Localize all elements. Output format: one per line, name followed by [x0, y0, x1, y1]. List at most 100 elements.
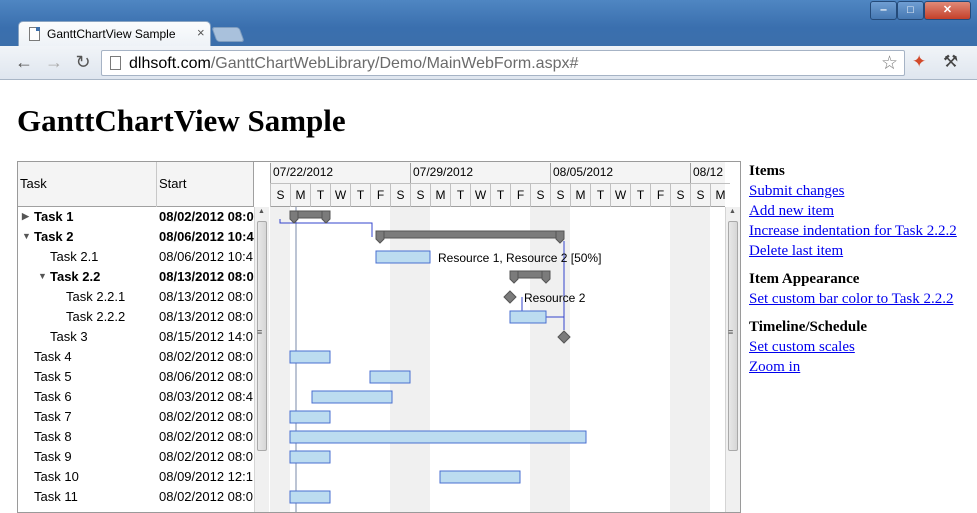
column-header-task[interactable]: Task	[20, 176, 47, 191]
start-date-cell[interactable]: 08/02/2012 08:0	[159, 209, 254, 224]
task-name-cell[interactable]: Task 11	[34, 489, 78, 504]
extension-icon[interactable]: ✦	[912, 52, 926, 72]
table-row[interactable]: Task 2.1 08/06/2012 10:4	[18, 247, 254, 267]
bookmark-star-icon[interactable]: ☆	[881, 52, 898, 75]
reload-icon[interactable]: ↻	[73, 52, 93, 72]
task-bar	[509, 310, 547, 324]
start-date-cell[interactable]: 08/02/2012 08:0	[159, 489, 253, 504]
start-date-cell[interactable]: 08/13/2012 08:0	[159, 269, 254, 284]
browser-tab[interactable]: GanttChartView Sample ×	[18, 21, 211, 46]
day-label: M	[430, 183, 450, 207]
task-bar	[439, 470, 521, 484]
table-row[interactable]: Task 6 08/03/2012 08:4	[18, 387, 254, 407]
timeline-chart[interactable]: Resource 1, Resource 2 [50%] Resource 2	[270, 207, 725, 512]
table-row[interactable]: ▼ Task 2.2 08/13/2012 08:0	[18, 267, 254, 287]
table-row[interactable]: Task 8 08/02/2012 08:0	[18, 427, 254, 447]
delete-last-item-link[interactable]: Delete last item	[749, 243, 843, 260]
task-bar	[375, 250, 431, 264]
maximize-button[interactable]: □	[897, 1, 924, 20]
day-label: T	[590, 183, 610, 207]
day-label: T	[630, 183, 650, 207]
week-label: 07/22/2012	[270, 163, 410, 183]
week-label: 08/12	[690, 163, 740, 183]
task-name-cell[interactable]: Task 1	[34, 209, 74, 224]
task-name-cell[interactable]: Task 2.2	[50, 269, 100, 284]
table-row[interactable]: Task 4 08/02/2012 08:0	[18, 347, 254, 367]
start-date-cell[interactable]: 08/09/2012 12:1	[159, 469, 253, 484]
start-date-cell[interactable]: 08/13/2012 08:0	[159, 309, 253, 324]
tab-close-icon[interactable]: ×	[197, 25, 205, 40]
submit-changes-link[interactable]: Submit changes	[749, 183, 844, 200]
close-window-button[interactable]: ✕	[924, 1, 971, 20]
expand-triangle-icon[interactable]: ▶	[22, 211, 29, 222]
start-date-cell[interactable]: 08/02/2012 08:0	[159, 429, 253, 444]
task-name-cell[interactable]: Task 2.2.2	[66, 309, 125, 324]
task-name-cell[interactable]: Task 5	[34, 369, 72, 384]
column-separator[interactable]	[156, 162, 157, 207]
address-bar[interactable]: dlhsoft.com/GanttChartWebLibrary/Demo/Ma…	[101, 50, 905, 76]
url-host: dlhsoft.com	[129, 55, 211, 72]
tab-title: GanttChartView Sample	[47, 27, 176, 41]
table-row[interactable]: Task 5 08/06/2012 08:0	[18, 367, 254, 387]
zoom-in-link[interactable]: Zoom in	[749, 359, 800, 376]
table-row[interactable]: Task 2.2.1 08/13/2012 08:0	[18, 287, 254, 307]
column-header-start[interactable]: Start	[159, 176, 186, 191]
chart-scroll-up-arrow-icon[interactable]: ▲	[729, 208, 736, 215]
day-label: W	[330, 183, 350, 207]
grid-vertical-scrollbar[interactable]: ▲ ≡	[254, 207, 269, 512]
set-custom-bar-color-link[interactable]: Set custom bar color to Task 2.2.2	[749, 291, 953, 308]
task-name-cell[interactable]: Task 8	[34, 429, 72, 444]
table-row[interactable]: Task 7 08/02/2012 08:0	[18, 407, 254, 427]
item-appearance-heading: Item Appearance	[749, 271, 860, 287]
grid-header: Task Start	[18, 162, 254, 207]
start-date-cell[interactable]: 08/13/2012 08:0	[159, 289, 253, 304]
day-label: M	[710, 183, 730, 207]
table-row[interactable]: ▶ Task 1 08/02/2012 08:0	[18, 207, 254, 227]
start-date-cell[interactable]: 08/03/2012 08:4	[159, 389, 253, 404]
start-date-cell[interactable]: 08/06/2012 10:4	[159, 229, 254, 244]
table-row[interactable]: Task 2.2.2 08/13/2012 08:0	[18, 307, 254, 327]
browser-toolbar: ← → ↻ dlhsoft.com/GanttChartWebLibrary/D…	[0, 46, 977, 80]
scroll-up-arrow-icon[interactable]: ▲	[258, 208, 265, 215]
new-tab-button[interactable]	[211, 27, 245, 42]
url-path: /GanttChartWebLibrary/Demo/MainWebForm.a…	[210, 55, 579, 72]
increase-indentation-link[interactable]: Increase indentation for Task 2.2.2	[749, 223, 957, 240]
task-name-cell[interactable]: Task 7	[34, 409, 72, 424]
weekend-column	[670, 207, 690, 512]
chart-scroll-grip-icon: ≡	[728, 327, 734, 337]
wrench-menu-icon[interactable]: ⚒	[943, 52, 958, 72]
start-date-cell[interactable]: 08/06/2012 10:4	[159, 249, 253, 264]
day-label: W	[470, 183, 490, 207]
task-name-cell[interactable]: Task 10	[34, 469, 79, 484]
summary-bar-start-cap	[289, 210, 299, 224]
task-name-cell[interactable]: Task 9	[34, 449, 72, 464]
table-row[interactable]: Task 10 08/09/2012 12:1	[18, 467, 254, 487]
chart-vertical-scrollbar[interactable]: ▲ ≡	[725, 207, 740, 512]
forward-arrow-icon[interactable]: →	[44, 52, 64, 72]
task-name-cell[interactable]: Task 3	[50, 329, 88, 344]
back-arrow-icon[interactable]: ←	[14, 52, 34, 72]
start-date-cell[interactable]: 08/06/2012 08:0	[159, 369, 253, 384]
task-name-cell[interactable]: Task 4	[34, 349, 72, 364]
task-name-cell[interactable]: Task 6	[34, 389, 72, 404]
task-name-cell[interactable]: Task 2	[34, 229, 74, 244]
set-custom-scales-link[interactable]: Set custom scales	[749, 339, 855, 356]
table-row[interactable]: ▼ Task 2 08/06/2012 10:4	[18, 227, 254, 247]
task-name-cell[interactable]: Task 2.2.1	[66, 289, 125, 304]
day-label: M	[290, 183, 310, 207]
items-heading: Items	[749, 163, 785, 179]
gantt-chart-view: Task Start ▶ Task 1 08/02/2012 08:0 ▼ Task 2…	[17, 161, 741, 513]
collapse-triangle-icon[interactable]: ▼	[22, 231, 31, 241]
start-date-cell[interactable]: 08/02/2012 08:0	[159, 449, 253, 464]
minimize-button[interactable]: ‒	[870, 1, 897, 20]
table-row[interactable]: Task 11 08/02/2012 08:0	[18, 487, 254, 507]
table-row[interactable]: Task 9 08/02/2012 08:0	[18, 447, 254, 467]
start-date-cell[interactable]: 08/15/2012 14:0	[159, 329, 253, 344]
task-name-cell[interactable]: Task 2.1	[50, 249, 98, 264]
table-row[interactable]: Task 3 08/15/2012 14:0	[18, 327, 254, 347]
start-date-cell[interactable]: 08/02/2012 08:0	[159, 349, 253, 364]
add-new-item-link[interactable]: Add new item	[749, 203, 834, 220]
start-date-cell[interactable]: 08/02/2012 08:0	[159, 409, 253, 424]
collapse-triangle-icon[interactable]: ▼	[38, 271, 47, 281]
window-titlebar: GanttChartView Sample × ‒ □ ✕	[0, 0, 977, 46]
